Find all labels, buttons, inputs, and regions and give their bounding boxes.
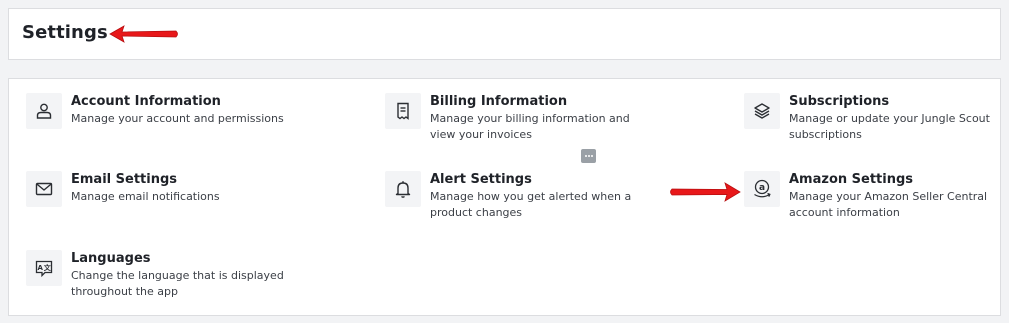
item-title: Languages: [71, 251, 151, 266]
svg-text:文: 文: [44, 263, 52, 272]
annotation-arrow-amazon: [670, 182, 741, 202]
settings-item-subscriptions[interactable]: Subscriptions Manage or update your Jung…: [744, 93, 994, 143]
user-icon: [26, 93, 62, 129]
settings-item-alert-settings[interactable]: Alert Settings Manage how you get alerte…: [385, 171, 635, 221]
svg-text:A: A: [37, 264, 43, 272]
item-title: Amazon Settings: [789, 172, 914, 187]
bell-icon: [385, 171, 421, 207]
layers-icon: [744, 93, 780, 129]
receipt-icon: [385, 93, 421, 129]
item-title: Subscriptions: [789, 94, 890, 109]
item-description: Manage your billing information and view…: [430, 112, 630, 141]
item-description: Manage or update your Jungle Scout subsc…: [789, 112, 990, 141]
item-description: Manage your account and permissions: [71, 112, 284, 125]
item-description: Manage how you get alerted when a produc…: [430, 190, 632, 219]
item-description: Manage your Amazon Seller Central accoun…: [789, 190, 988, 219]
svg-text:a: a: [759, 183, 765, 193]
item-title: Account Information: [71, 94, 221, 109]
settings-item-email-settings[interactable]: Email Settings Manage email notification…: [26, 171, 306, 207]
settings-item-billing-information[interactable]: Billing Information Manage your billing …: [385, 93, 630, 143]
item-title: Alert Settings: [430, 172, 532, 187]
item-description: Change the language that is displayed th…: [71, 269, 284, 298]
page-title: Settings: [22, 22, 108, 43]
annotation-arrow-title: [109, 25, 178, 43]
more-options-icon[interactable]: [581, 149, 596, 163]
amazon-logo-icon: a: [744, 171, 780, 207]
item-description: Manage email notifications: [71, 190, 220, 203]
settings-item-amazon-settings[interactable]: a Amazon Settings Manage your Amazon Sel…: [744, 171, 994, 221]
envelope-icon: [26, 171, 62, 207]
item-title: Billing Information: [430, 94, 568, 109]
settings-item-languages[interactable]: A 文 Languages Change the language that i…: [26, 250, 286, 300]
settings-item-account-information[interactable]: Account Information Manage your account …: [26, 93, 306, 129]
item-title: Email Settings: [71, 172, 177, 187]
translate-icon: A 文: [26, 250, 62, 286]
